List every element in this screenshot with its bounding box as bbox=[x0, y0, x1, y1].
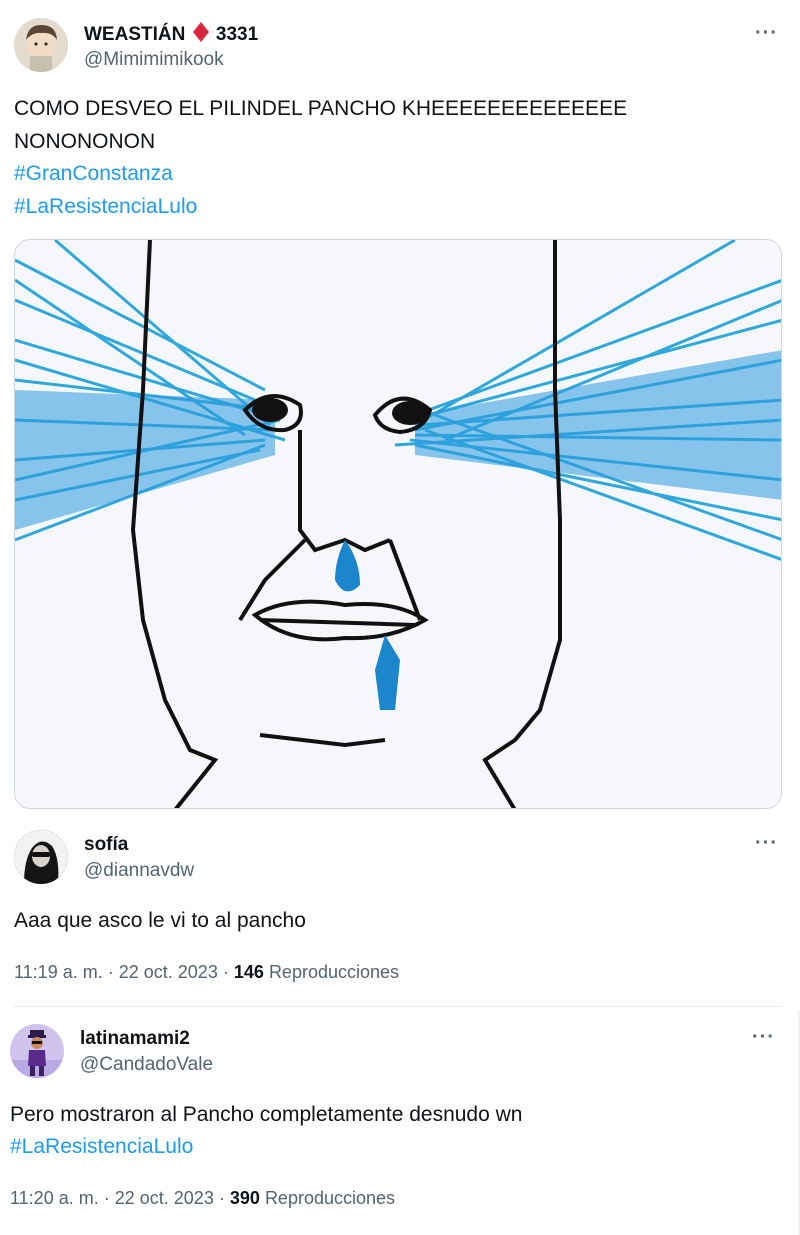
avatar[interactable] bbox=[14, 18, 68, 72]
reply-tweet: sofía @diannavdw ··· Aaa que asco le vi … bbox=[0, 820, 800, 1010]
meta-separator: · bbox=[103, 1188, 110, 1208]
diamond-icon bbox=[192, 22, 209, 48]
tweet-meta: 11:19 a. m. · 22 oct. 2023 · 146 Reprodu… bbox=[14, 962, 399, 983]
view-count: 390 bbox=[229, 1188, 260, 1208]
avatar[interactable] bbox=[10, 1024, 64, 1078]
divider bbox=[14, 1006, 782, 1007]
author-handle[interactable]: @diannavdw bbox=[84, 860, 194, 882]
avatar-cartoon-icon bbox=[10, 1024, 64, 1078]
crying-face-image bbox=[15, 240, 781, 808]
author-name[interactable]: sofía bbox=[84, 834, 128, 856]
tweet-media[interactable] bbox=[14, 239, 782, 809]
author-handle[interactable]: @Mimimimikook bbox=[84, 49, 224, 71]
hashtag-link[interactable]: #LaResistenciaLulo bbox=[10, 1130, 193, 1163]
views-label: Reproducciones bbox=[264, 1188, 396, 1208]
author-handle[interactable]: @CandadoVale bbox=[80, 1054, 213, 1076]
tweet-text: Aaa que asco le vi to al pancho bbox=[14, 909, 306, 932]
meta-separator: · bbox=[218, 1188, 225, 1208]
avatar-photo-icon bbox=[14, 18, 68, 72]
tweet-text: Pero mostraron al Pancho completamente d… bbox=[10, 1103, 523, 1126]
timestamp[interactable]: 11:19 a. m. bbox=[14, 962, 103, 982]
timestamp[interactable]: 11:20 a. m. bbox=[10, 1188, 99, 1208]
more-options-icon[interactable]: ··· bbox=[755, 832, 778, 855]
tweet-meta: 11:20 a. m. · 22 oct. 2023 · 390 Reprodu… bbox=[10, 1188, 395, 1209]
avatar[interactable] bbox=[14, 830, 68, 884]
meta-separator: · bbox=[107, 962, 114, 982]
reply-tweet: latinamami2 @CandadoVale ··· Pero mostra… bbox=[0, 1012, 800, 1235]
avatar-photo-icon bbox=[14, 830, 68, 884]
date[interactable]: 22 oct. 2023 bbox=[119, 962, 218, 982]
hashtag-link[interactable]: #GranConstanza bbox=[14, 157, 173, 190]
meta-separator: · bbox=[222, 962, 229, 982]
more-options-icon[interactable]: ··· bbox=[752, 1026, 775, 1049]
tweet-text: COMO DESVEO EL PILINDEL PANCHO KHEEEEEEE… bbox=[14, 97, 628, 153]
date[interactable]: 22 oct. 2023 bbox=[115, 1188, 214, 1208]
more-options-icon[interactable]: ··· bbox=[755, 22, 778, 45]
author-name[interactable]: latinamami2 bbox=[80, 1028, 190, 1050]
view-count: 146 bbox=[233, 962, 264, 982]
author-name[interactable]: WEASTIÁN 3331 bbox=[84, 22, 258, 48]
main-tweet: WEASTIÁN 3331 @Mimimimikook ··· COMO DES… bbox=[0, 0, 800, 820]
hashtag-link[interactable]: #LaResistenciaLulo bbox=[14, 190, 197, 223]
views-label: Reproducciones bbox=[268, 962, 400, 982]
